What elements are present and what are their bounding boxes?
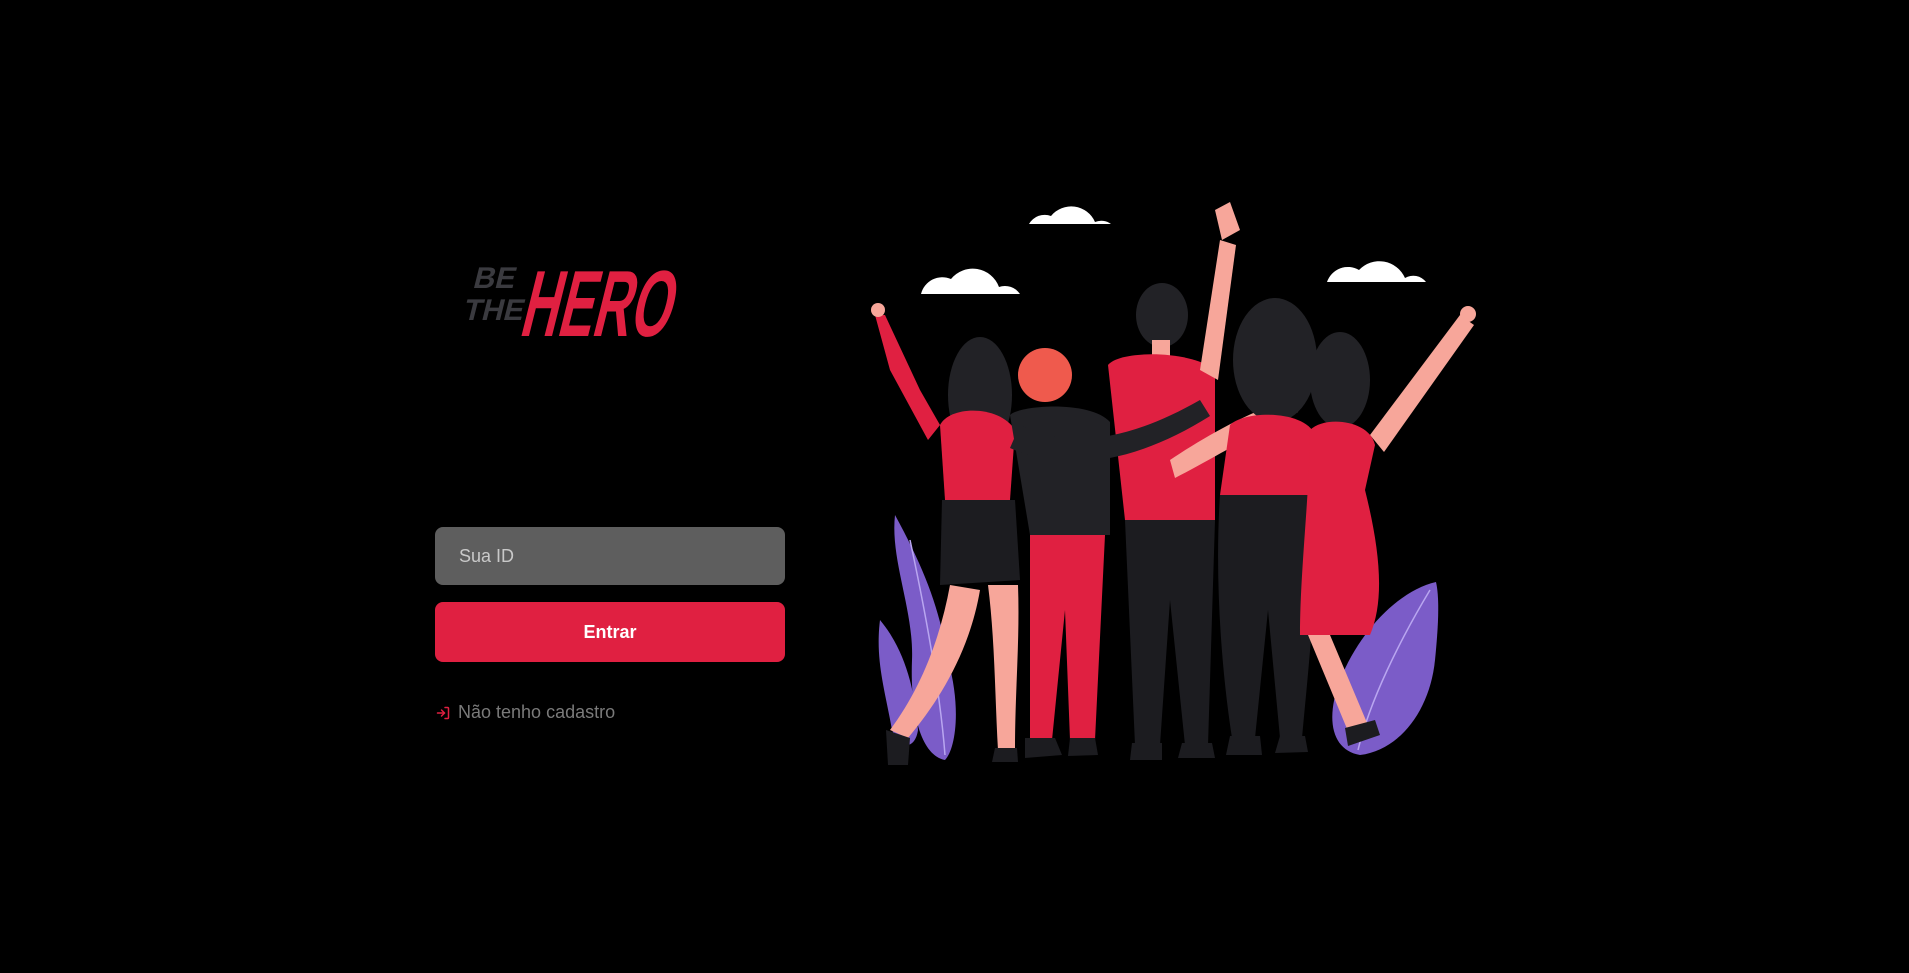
person-second <box>1010 348 1110 758</box>
person-fourth <box>1218 298 1317 755</box>
logo-graphic: BE THE HERO <box>460 252 689 356</box>
logo-the: THE <box>460 293 528 326</box>
be-the-hero-logo: BE THE HERO <box>433 244 689 356</box>
login-form: Entrar Não tenho cadastro <box>435 527 785 723</box>
logo-be: BE <box>470 261 520 294</box>
log-in-icon <box>435 705 451 721</box>
cloud-icon <box>921 206 1426 294</box>
register-link[interactable]: Não tenho cadastro <box>435 702 785 723</box>
register-link-label: Não tenho cadastro <box>458 702 616 722</box>
login-page: BE THE HERO Entrar Não tenho cadastro <box>0 0 1909 973</box>
person-center <box>1108 202 1240 760</box>
heroes-svg <box>871 202 1476 765</box>
enter-button[interactable]: Entrar <box>435 602 785 662</box>
group-of-heroes-illustration <box>870 190 1480 780</box>
logo-hero: HERO <box>513 252 689 356</box>
id-input[interactable] <box>435 527 785 585</box>
